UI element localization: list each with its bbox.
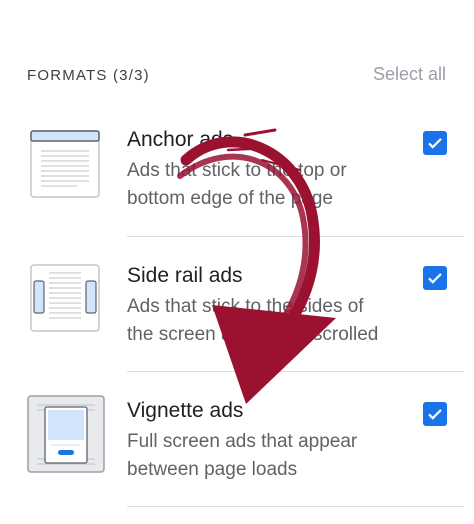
side-rail-ads-checkbox[interactable]	[423, 266, 447, 290]
vignette-ads-checkbox[interactable]	[423, 402, 447, 426]
format-item-vignette-ads[interactable]: Vignette ads Full screen ads that appear…	[0, 381, 474, 517]
anchor-ads-desc-line1: Ads that stick to the top or	[127, 160, 347, 181]
anchor-ads-description: Ads that stick to the top or bottom edge…	[127, 157, 417, 213]
anchor-ads-desc-line2: bottom edge of the page	[127, 188, 333, 209]
side-rail-ads-desc-line2: the screen as page is scrolled	[127, 324, 379, 345]
checkmark-icon	[428, 273, 442, 284]
anchor-ads-checkbox[interactable]	[423, 131, 447, 155]
side-rail-ads-description: Ads that stick to the sides of the scree…	[127, 293, 417, 349]
select-all-button[interactable]: Select all	[373, 64, 446, 85]
side-rail-ads-desc-line1: Ads that stick to the sides of	[127, 296, 364, 317]
format-item-side-rail-ads[interactable]: Side rail ads Ads that stick to the side…	[0, 246, 474, 382]
divider	[127, 371, 464, 372]
divider	[127, 506, 464, 507]
side-rail-ads-title: Side rail ads	[127, 264, 243, 287]
vignette-ads-desc-line1: Full screen ads that appear	[127, 431, 358, 452]
vignette-ads-icon	[27, 395, 105, 473]
anchor-ads-title: Anchor ads	[127, 128, 234, 151]
formats-count-label: FORMATS (3/3)	[27, 67, 150, 84]
format-item-anchor-ads[interactable]: Anchor ads Ads that stick to the top or …	[0, 110, 474, 246]
anchor-ads-icon	[30, 130, 100, 198]
formats-header: FORMATS (3/3) Select all	[27, 64, 446, 88]
checkmark-icon	[428, 138, 442, 149]
vignette-ads-title: Vignette ads	[127, 399, 244, 422]
side-rail-ads-icon	[30, 264, 100, 332]
divider	[127, 236, 464, 237]
vignette-ads-desc-line2: between page loads	[127, 459, 298, 480]
vignette-ads-description: Full screen ads that appear between page…	[127, 428, 417, 484]
checkmark-icon	[428, 409, 442, 420]
